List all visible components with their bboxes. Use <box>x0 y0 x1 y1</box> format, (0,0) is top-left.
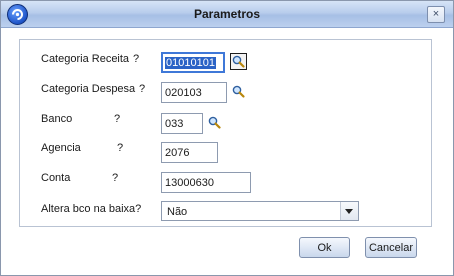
categoria-despesa-help[interactable]: ? <box>139 83 145 95</box>
categoria-despesa-label: Categoria Despesa <box>41 83 136 95</box>
agencia-input[interactable]: 2076 <box>161 142 218 163</box>
chevron-down-icon[interactable] <box>340 202 358 220</box>
banco-label: Banco <box>41 113 73 125</box>
search-icon <box>208 116 221 129</box>
title-bar[interactable]: Parametros × <box>1 1 453 28</box>
categoria-despesa-input[interactable]: 020103 <box>161 82 227 103</box>
agencia-label: Agencia <box>41 142 81 154</box>
categoria-receita-lookup-button[interactable] <box>230 53 247 70</box>
categoria-receita-value: 01010101 <box>165 57 216 69</box>
search-icon <box>232 55 245 68</box>
altera-bco-selected-value: Não <box>167 206 188 218</box>
altera-bco-label: Altera bco na baixa? <box>41 203 142 215</box>
categoria-despesa-value: 020103 <box>165 87 202 99</box>
window-title: Parametros <box>193 7 261 21</box>
ok-button[interactable]: Ok <box>299 237 350 258</box>
agencia-value: 2076 <box>165 147 190 159</box>
parametros-dialog: Parametros × Categoria Receita ? 0101010… <box>0 0 454 276</box>
banco-help[interactable]: ? <box>114 113 120 125</box>
categoria-receita-help[interactable]: ? <box>133 53 139 65</box>
close-button[interactable]: × <box>427 6 445 23</box>
conta-label: Conta <box>41 172 71 184</box>
categoria-receita-label: Categoria Receita <box>41 53 130 65</box>
conta-help[interactable]: ? <box>112 172 118 184</box>
conta-input[interactable]: 13000630 <box>161 172 251 193</box>
cancel-button[interactable]: Cancelar <box>365 237 417 258</box>
banco-value: 033 <box>165 118 184 130</box>
categoria-despesa-lookup-button[interactable] <box>231 84 248 101</box>
parameters-panel <box>19 39 432 227</box>
close-icon: × <box>432 8 440 20</box>
agencia-help[interactable]: ? <box>117 142 123 154</box>
categoria-receita-input[interactable]: 01010101 <box>161 52 225 73</box>
banco-input[interactable]: 033 <box>161 113 203 134</box>
search-icon <box>232 85 245 98</box>
altera-bco-select[interactable]: Não <box>161 201 359 221</box>
conta-value: 13000630 <box>165 177 214 189</box>
banco-lookup-button[interactable] <box>207 115 224 132</box>
